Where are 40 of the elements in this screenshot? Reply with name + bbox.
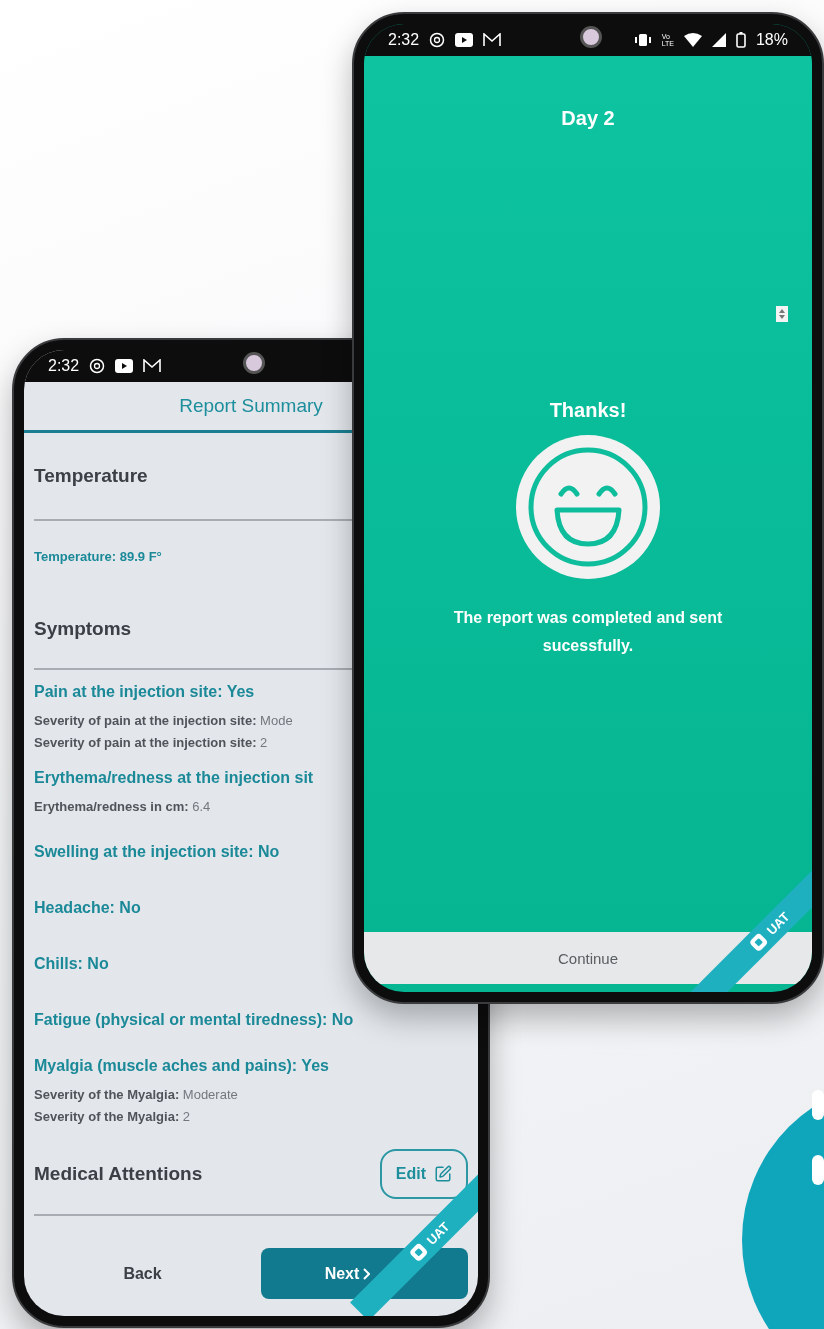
thanks-heading: Thanks! — [549, 398, 627, 423]
detail-text: Severity of the Myalgia: 2 — [34, 1108, 192, 1126]
answer-text: Pain at the injection site: Yes — [34, 682, 256, 702]
section-heading: Symptoms — [34, 618, 132, 640]
smiley-icon — [513, 432, 663, 582]
edit-icon — [434, 1165, 452, 1183]
section-heading: Medical Attentions — [34, 1163, 203, 1185]
wifi-icon — [683, 33, 702, 47]
status-time: 2:32 — [388, 31, 420, 49]
answer-text: Erythema/redness at the injection sit — [34, 768, 315, 788]
signal-icon — [711, 33, 726, 47]
vibrate-icon — [633, 33, 652, 47]
answer-text: Headache: No — [34, 898, 142, 918]
answer-text: Swelling at the injection site: No — [34, 842, 281, 862]
screen-title: Day 2 — [561, 106, 615, 131]
camera-icon — [243, 352, 265, 374]
battery-icon — [735, 32, 746, 48]
answer-text: Chills: No — [34, 954, 110, 974]
play-icon — [115, 359, 134, 373]
status-time: 2:32 — [48, 357, 80, 375]
back-button[interactable]: Back — [24, 1248, 261, 1299]
chevron-icon — [363, 1267, 371, 1280]
answer-text: Fatigue (physical or mental tiredness): No — [34, 1010, 355, 1030]
section-heading: Temperature — [34, 465, 148, 487]
detail-text: Severity of the Myalgia: Moderate — [34, 1086, 239, 1104]
detail-text: Severity of pain at the injection site: 2 — [34, 734, 269, 752]
battery-level: 18% — [755, 31, 788, 49]
screen-title: Report Summary — [179, 395, 323, 417]
mail-icon — [143, 359, 162, 373]
detail-text: Erythema/redness in cm: 6.4 — [34, 798, 212, 816]
reading-text: Temperature: 89.9 F° — [34, 548, 163, 566]
circle-icon — [429, 32, 446, 48]
mail-icon — [483, 33, 502, 47]
play-icon — [455, 33, 474, 47]
scroll-arrows-icon — [776, 306, 788, 322]
answer-text: Myalgia (muscle aches and pains): Yes — [34, 1056, 330, 1076]
camera-icon — [580, 26, 602, 48]
confirmation-message: The report was completed and sent sucessfully. — [452, 608, 724, 656]
circle-icon — [89, 358, 106, 374]
detail-text: Severity of pain at the injection site: Mode — [34, 712, 294, 730]
